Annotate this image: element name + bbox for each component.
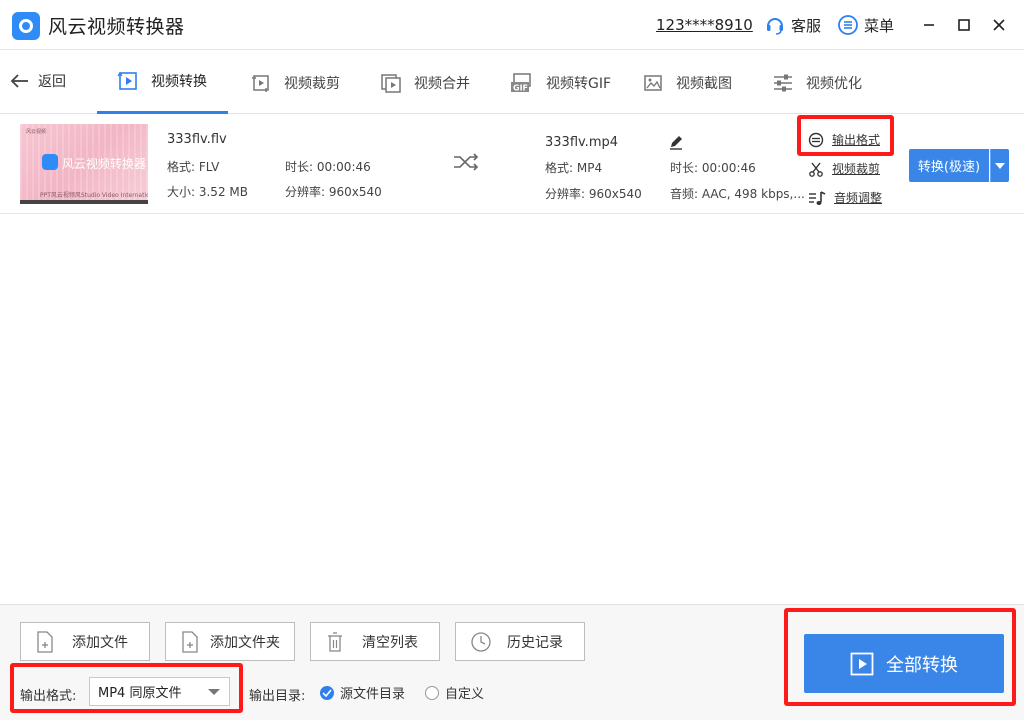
close-button[interactable] (988, 14, 1010, 36)
tab-video-merge[interactable]: 视频合并 (380, 51, 470, 114)
convert-all-button[interactable]: 全部转换 (804, 634, 1004, 693)
radio-custom-dir[interactable]: 自定义 (425, 683, 484, 702)
source-file-name: 333flv.flv (167, 132, 227, 147)
convert-fast-button[interactable]: 转换(极速) (909, 149, 989, 182)
clear-list-button[interactable]: 清空列表 (310, 622, 440, 661)
output-format-select[interactable]: MP4 同原文件 (89, 677, 230, 706)
toolbar: 返回 视频转换 视频裁剪 视频合并 GIF 视频转GIF 视频截图 视频优化 (0, 51, 1024, 114)
tab-label: 视频优化 (806, 75, 862, 92)
file-list-item[interactable]: 风云视频 风云视频转换器 PPT风云视频风Studio Video Intern… (0, 114, 1024, 214)
maximize-button[interactable] (953, 14, 975, 36)
close-icon (993, 19, 1005, 31)
thumbnail-title: 风云视频转换器 (62, 157, 147, 171)
play-icon (850, 652, 874, 675)
svg-text:GIF: GIF (513, 83, 528, 92)
thumbnail-logo-icon (42, 154, 58, 170)
output-format: 格式: MP4 (545, 161, 603, 175)
video-merge-icon (381, 73, 401, 93)
trash-icon (328, 632, 342, 652)
source-resolution: 分辨率: 960x540 (285, 185, 382, 199)
output-audio: 音频: AAC, 498 kbps,... (670, 187, 805, 201)
sliders-icon (774, 74, 792, 91)
video-crop-option-label: 视频裁剪 (832, 162, 881, 176)
customer-service-label: 客服 (791, 16, 822, 35)
output-format-option-label: 输出格式 (832, 133, 881, 147)
convert-dropdown-button[interactable] (990, 149, 1009, 182)
output-format-value: MP4 同原文件 (98, 686, 182, 701)
image-icon (644, 74, 662, 91)
minimize-button[interactable] (918, 14, 940, 36)
output-resolution: 分辨率: 960x540 (545, 187, 642, 201)
scissors-icon (809, 162, 823, 177)
convert-all-label: 全部转换 (886, 654, 958, 676)
radio-custom-dir-label: 自定义 (445, 687, 485, 702)
source-size: 大小: 3.52 MB (167, 185, 248, 199)
radio-source-dir[interactable]: 源文件目录 (320, 683, 405, 702)
output-file-name: 333flv.mp4 (545, 135, 619, 150)
output-duration: 时长: 00:00:46 (670, 161, 756, 175)
back-label: 返回 (38, 74, 66, 90)
app-title: 风云视频转换器 (48, 16, 185, 38)
tab-video-convert[interactable]: 视频转换 (97, 51, 228, 114)
tab-label: 视频合并 (414, 75, 470, 92)
thumbnail-tag: 风云视频 (26, 129, 47, 135)
video-convert-icon (117, 71, 137, 90)
arrow-left-icon (10, 74, 28, 88)
radio-source-dir-label: 源文件目录 (340, 687, 406, 702)
video-thumbnail: 风云视频 风云视频转换器 PPT风云视频风Studio Video Intern… (20, 124, 148, 204)
tab-video-crop[interactable]: 视频裁剪 (250, 51, 340, 114)
tab-label: 视频转GIF (546, 75, 612, 92)
app-logo-icon (12, 12, 40, 40)
audio-adjust-option[interactable]: 音频调整 (808, 189, 882, 206)
caret-down-icon (995, 162, 1005, 169)
radio-checked-icon (320, 685, 334, 700)
tab-video-screenshot[interactable]: 视频截图 (642, 51, 732, 114)
add-file-button[interactable]: 添加文件 (20, 622, 150, 661)
audio-adjust-option-label: 音频调整 (834, 191, 883, 205)
output-format-label: 输出格式: (20, 689, 77, 704)
history-button[interactable]: 历史记录 (455, 622, 585, 661)
account-link[interactable]: 123****8910 (656, 16, 753, 34)
menu-label: 菜单 (864, 16, 895, 35)
customer-service-button[interactable]: 客服 (764, 14, 821, 36)
format-icon (808, 132, 824, 147)
video-crop-icon (252, 74, 269, 92)
maximize-icon (958, 19, 970, 31)
title-bar: 风云视频转换器 123****8910 客服 菜单 (0, 0, 1024, 50)
chevron-down-icon (208, 689, 220, 695)
output-format-option[interactable]: 输出格式 (808, 131, 880, 148)
tab-video-optimize[interactable]: 视频优化 (772, 51, 862, 114)
menu-button[interactable]: 菜单 (837, 14, 894, 36)
radio-unchecked-icon (425, 685, 439, 700)
back-button[interactable]: 返回 (10, 71, 66, 91)
music-note-icon (809, 190, 826, 205)
clock-icon (471, 632, 491, 652)
add-folder-icon (182, 631, 198, 653)
video-crop-option[interactable]: 视频裁剪 (808, 160, 880, 177)
tab-label: 视频裁剪 (284, 75, 340, 92)
thumbnail-caption: PPT风云视频风Studio Video International (40, 192, 148, 199)
headset-icon (767, 18, 783, 35)
shuffle-icon (454, 153, 479, 171)
add-folder-button[interactable]: 添加文件夹 (165, 622, 295, 661)
add-file-icon (37, 631, 53, 653)
source-duration: 时长: 00:00:46 (285, 160, 371, 174)
tab-label: 视频转换 (151, 74, 207, 90)
bottom-bar: 添加文件 添加文件夹 清空列表 历史记录 输出格式: MP4 同原文件 输出目录… (0, 604, 1024, 720)
tab-label: 视频截图 (676, 75, 732, 92)
gif-icon: GIF (511, 72, 531, 92)
menu-icon (838, 15, 858, 35)
edit-pencil-icon[interactable] (668, 134, 684, 150)
output-dir-label: 输出目录: (249, 689, 306, 704)
source-format: 格式: FLV (167, 160, 220, 174)
tab-video-gif[interactable]: GIF 视频转GIF (510, 51, 611, 114)
minimize-icon (924, 24, 934, 26)
